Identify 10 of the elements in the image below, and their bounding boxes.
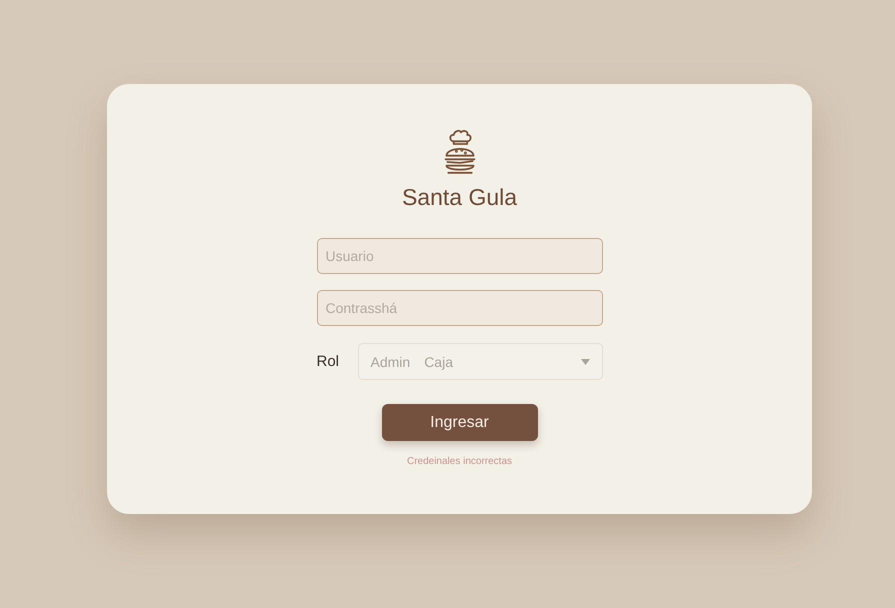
- error-message: Credeinales incorrectas: [406, 456, 512, 467]
- login-button[interactable]: Ingresar: [382, 404, 538, 441]
- text-field[interactable]: Contrasshá: [316, 290, 602, 326]
- role-label: Rol: [316, 353, 340, 370]
- role-option[interactable]: Caja: [424, 354, 453, 370]
- caret-icon: [580, 358, 590, 364]
- brand-title: Santa Gula: [402, 184, 518, 211]
- text-field[interactable]: Usuario: [316, 238, 602, 274]
- role-option[interactable]: Admin: [370, 354, 410, 370]
- role-select[interactable]: Admin Caja: [358, 343, 602, 380]
